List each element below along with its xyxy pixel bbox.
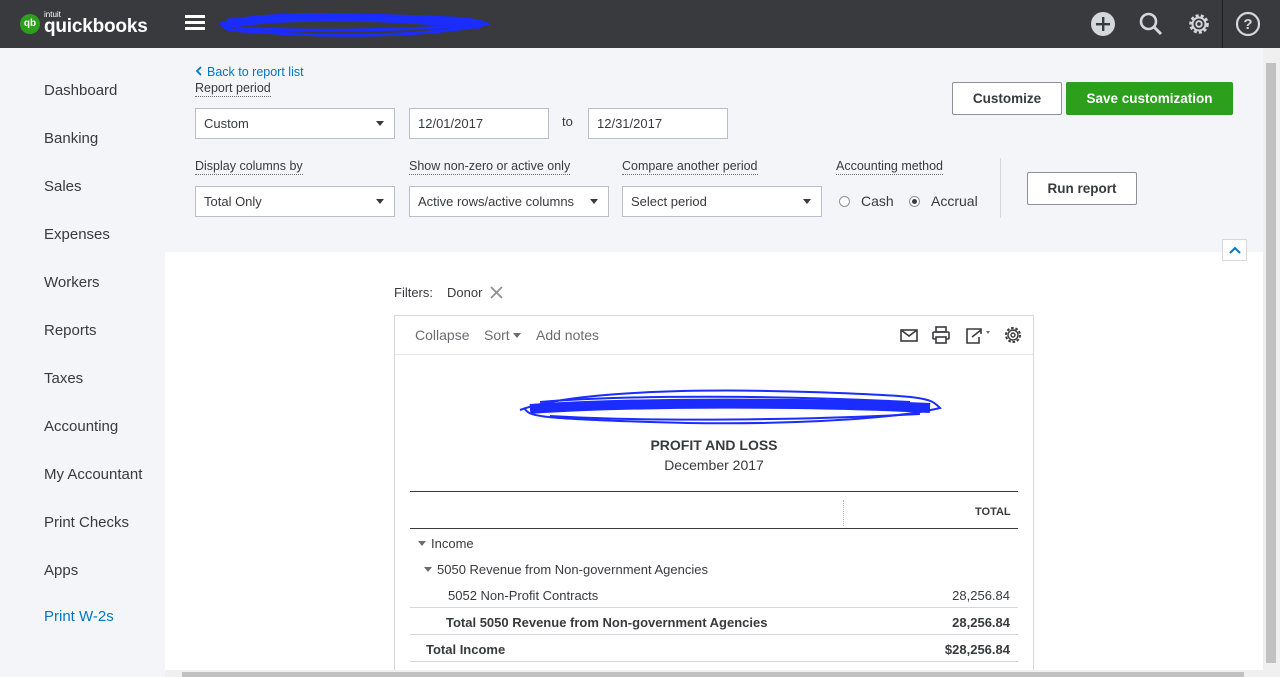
sidebar-item-expenses[interactable]: Expenses — [44, 226, 110, 243]
compare-period-label: Compare another period — [622, 159, 758, 175]
back-to-report-list-link[interactable]: Back to report list — [195, 65, 304, 79]
report-title: PROFIT AND LOSS — [650, 437, 778, 453]
row-label-total-income: Total Income — [426, 642, 506, 657]
row-value-total-5050[interactable]: 28,256.84 — [952, 615, 1010, 630]
caret-down-icon — [512, 332, 521, 338]
row-label-5050: 5050 Revenue from Non-government Agencie… — [437, 562, 708, 577]
compare-period-placeholder: Select period — [631, 194, 707, 209]
collapse-options-button[interactable] — [1222, 239, 1247, 261]
show-nonzero-select[interactable]: Active rows/active columns — [409, 186, 609, 217]
caret-down-icon — [376, 121, 384, 126]
start-date-input[interactable] — [409, 108, 549, 139]
row-label-income: Income — [431, 536, 474, 551]
top-bar: qb intuit quickbooks ? — [0, 0, 1280, 48]
header-top-rule — [410, 491, 1018, 492]
table-row[interactable]: 5050 Revenue from Non-government Agencie… — [424, 562, 708, 577]
sidebar-item-sales[interactable]: Sales — [44, 178, 82, 195]
close-icon[interactable] — [489, 285, 504, 300]
email-icon[interactable] — [899, 325, 919, 345]
table-row[interactable]: Income — [418, 536, 474, 551]
report-subtitle: December 2017 — [664, 457, 764, 473]
vertical-scrollbar-thumb[interactable] — [1266, 63, 1276, 663]
add-icon[interactable] — [1088, 9, 1118, 39]
sidebar-item-accounting[interactable]: Accounting — [44, 418, 118, 435]
report-period-select[interactable]: Custom — [195, 108, 395, 139]
export-icon[interactable] — [964, 325, 994, 345]
chevron-left-icon — [195, 66, 202, 76]
row-value-total-income[interactable]: $28,256.84 — [945, 642, 1010, 657]
sidebar-item-my-accountant[interactable]: My Accountant — [44, 466, 142, 483]
compare-period-select[interactable]: Select period — [622, 186, 822, 217]
horizontal-scrollbar-thumb[interactable] — [182, 672, 1244, 677]
sidebar-item-banking[interactable]: Banking — [44, 130, 98, 147]
print-icon[interactable] — [931, 325, 951, 345]
sidebar-item-taxes[interactable]: Taxes — [44, 370, 83, 387]
collapse-button[interactable]: Collapse — [415, 327, 469, 343]
caret-down-icon — [803, 199, 811, 204]
row-label-5052[interactable]: 5052 Non-Profit Contracts — [448, 588, 598, 603]
add-notes-button[interactable]: Add notes — [536, 327, 599, 343]
show-nonzero-label: Show non-zero or active only — [409, 159, 571, 175]
logo-quickbooks-text: quickbooks — [44, 16, 148, 37]
sidebar-item-print-w2s[interactable]: Print W-2s — [44, 608, 114, 625]
search-icon[interactable] — [1136, 9, 1166, 39]
run-report-button[interactable]: Run report — [1027, 172, 1137, 205]
display-columns-select[interactable]: Total Only — [195, 186, 395, 217]
display-columns-label: Display columns by — [195, 159, 303, 175]
help-icon[interactable]: ? — [1233, 9, 1263, 39]
date-range-to-label: to — [562, 114, 573, 129]
topbar-divider — [1222, 0, 1223, 48]
row-label-total-5050: Total 5050 Revenue from Non-government A… — [446, 615, 768, 630]
caret-down-icon — [590, 199, 598, 204]
cash-radio[interactable] — [839, 196, 850, 207]
sort-label: Sort — [484, 327, 510, 343]
customize-button[interactable]: Customize — [952, 82, 1062, 115]
sidebar-item-reports[interactable]: Reports — [44, 322, 97, 339]
company-name-redacted — [519, 389, 942, 425]
display-columns-value: Total Only — [204, 194, 262, 209]
row-divider — [410, 607, 1018, 608]
report-period-label: Report period — [195, 81, 271, 97]
sort-button[interactable]: Sort — [484, 327, 526, 343]
report-toolbar-divider — [395, 354, 1033, 355]
gear-icon[interactable] — [1184, 9, 1214, 39]
total-column-header: TOTAL — [975, 506, 1011, 518]
sidebar-item-print-checks[interactable]: Print Checks — [44, 514, 129, 531]
cash-radio-label[interactable]: Cash — [861, 193, 894, 209]
accrual-radio-label[interactable]: Accrual — [931, 193, 978, 209]
settings-gear-icon[interactable] — [1003, 325, 1023, 345]
caret-down-icon — [376, 199, 384, 204]
caret-down-icon[interactable] — [424, 567, 432, 573]
controls-divider — [1000, 158, 1001, 218]
chevron-up-icon — [1228, 246, 1241, 254]
caret-down-icon[interactable] — [418, 541, 426, 547]
save-customization-button[interactable]: Save customization — [1066, 82, 1233, 115]
sidebar-item-apps[interactable]: Apps — [44, 562, 78, 579]
qb-logo-badge: qb — [20, 13, 40, 34]
company-name-redacted — [219, 12, 490, 37]
accrual-radio[interactable] — [909, 196, 920, 207]
header-bottom-rule — [410, 528, 1018, 529]
filter-chip-donor: Donor — [447, 285, 483, 300]
svg-text:?: ? — [1243, 16, 1252, 33]
accounting-method-label: Accounting method — [836, 159, 944, 175]
row-divider — [410, 661, 1018, 662]
row-divider — [410, 634, 1018, 635]
show-nonzero-value: Active rows/active columns — [418, 194, 575, 209]
back-link-label: Back to report list — [207, 65, 304, 79]
column-divider — [843, 500, 844, 526]
sidebar-item-dashboard[interactable]: Dashboard — [44, 82, 117, 99]
end-date-input[interactable] — [588, 108, 728, 139]
filters-label: Filters: — [394, 285, 433, 300]
row-value-5052[interactable]: 28,256.84 — [952, 588, 1010, 603]
report-period-value: Custom — [204, 116, 249, 131]
sidebar-item-workers[interactable]: Workers — [44, 274, 100, 291]
quickbooks-logo[interactable]: qb intuit quickbooks — [20, 11, 148, 36]
menu-icon[interactable] — [185, 15, 205, 31]
